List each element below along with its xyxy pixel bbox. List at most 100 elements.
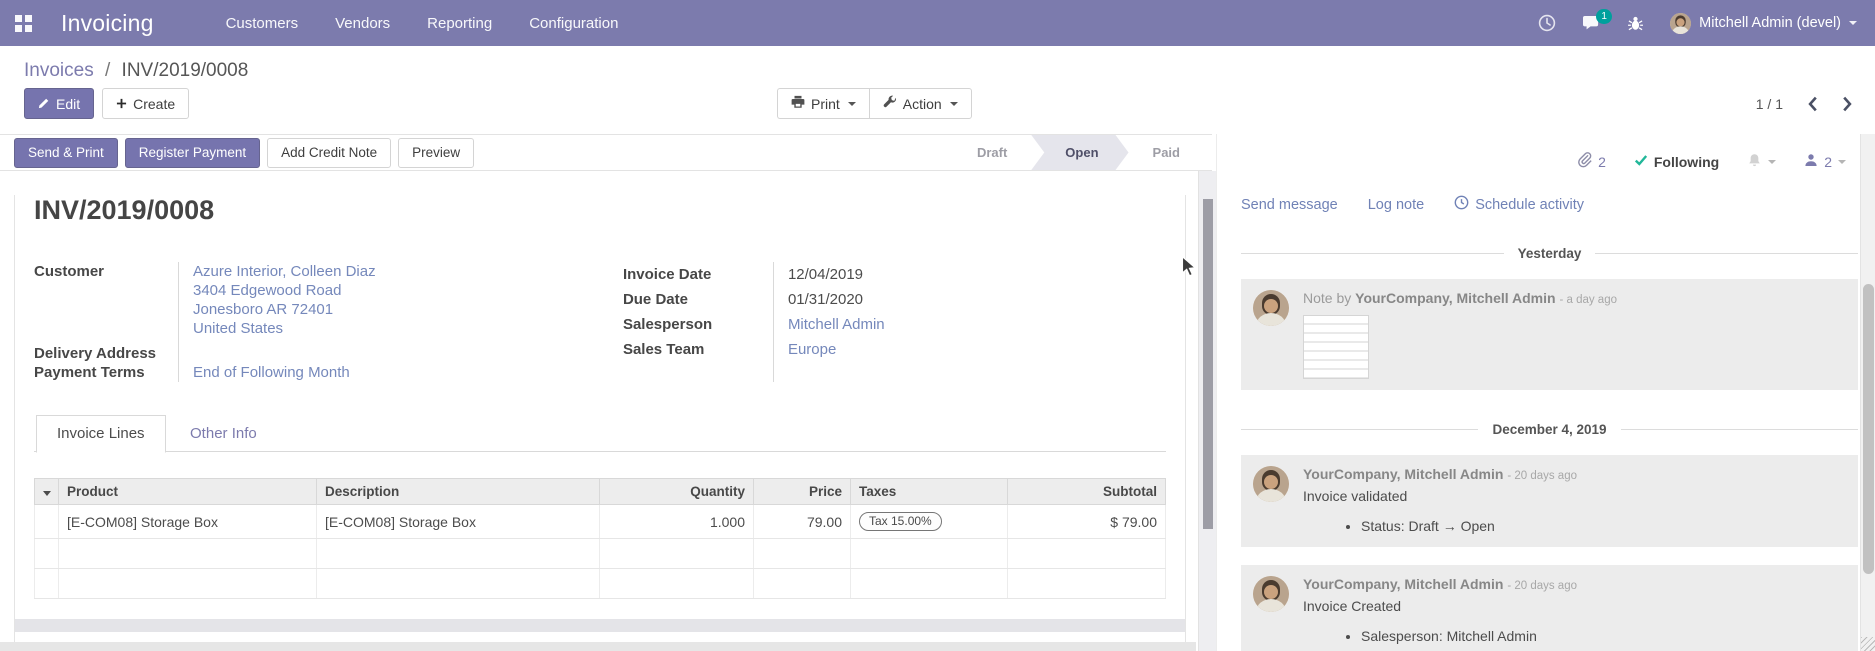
control-panel: Invoices / INV/2019/0008 Edit Create Pri… — [0, 46, 1875, 134]
edit-button[interactable]: Edit — [24, 88, 94, 119]
menu-configuration[interactable]: Configuration — [529, 15, 618, 32]
col-taxes[interactable]: Taxes — [851, 479, 1008, 505]
register-payment-button[interactable]: Register Payment — [125, 138, 260, 168]
col-product[interactable]: Product — [59, 479, 317, 505]
message-author[interactable]: YourCompany, Mitchell Admin — [1303, 576, 1503, 592]
breadcrumb-invoices[interactable]: Invoices — [24, 60, 94, 81]
tab-invoice-lines[interactable]: Invoice Lines — [36, 415, 166, 453]
user-name: Mitchell Admin (devel) — [1699, 15, 1841, 31]
invoice-date-value: 12/04/2019 — [788, 262, 1166, 287]
send-message-button[interactable]: Send message — [1241, 195, 1338, 214]
avatar[interactable] — [1253, 466, 1289, 502]
printer-icon — [791, 95, 805, 112]
add-credit-note-button[interactable]: Add Credit Note — [267, 138, 391, 168]
cell-subtotal[interactable]: $ 79.00 — [1008, 505, 1166, 539]
sort-caret-icon — [43, 491, 51, 496]
divider-label: December 4, 2019 — [1492, 422, 1606, 437]
follower-count: 2 — [1824, 154, 1832, 170]
col-subtotal[interactable]: Subtotal — [1008, 479, 1166, 505]
message-header: Note by YourCompany, Mitchell Admin - a … — [1303, 290, 1846, 306]
chatter-scrollbar[interactable] — [1860, 134, 1875, 651]
delivery-address-label: Delivery Address — [34, 344, 178, 363]
log-note-button[interactable]: Log note — [1368, 195, 1424, 214]
message-author[interactable]: YourCompany, Mitchell Admin — [1355, 290, 1555, 306]
delivery-address-value[interactable] — [193, 344, 609, 363]
pager-next-button[interactable] — [1842, 96, 1853, 112]
table-row[interactable]: [E-COM08] Storage Box [E-COM08] Storage … — [35, 505, 1166, 539]
tab-other-info[interactable]: Other Info — [170, 416, 277, 452]
attachment-thumbnail[interactable] — [1303, 315, 1369, 379]
cell-taxes[interactable]: Tax 15.00% — [851, 505, 1008, 539]
col-price[interactable]: Price — [754, 479, 851, 505]
breadcrumb-separator: / — [105, 60, 110, 81]
due-date-label: Due Date — [623, 287, 773, 312]
cell-product[interactable]: [E-COM08] Storage Box — [59, 505, 317, 539]
print-dropdown-button[interactable]: Print — [777, 88, 869, 119]
schedule-activity-button[interactable]: Schedule activity — [1454, 195, 1584, 214]
horizontal-scrollbar[interactable] — [15, 619, 1185, 632]
person-icon — [1804, 153, 1818, 170]
preview-button[interactable]: Preview — [398, 138, 474, 168]
table-empty-row — [35, 539, 1166, 569]
payment-terms-label: Payment Terms — [34, 363, 178, 382]
menu-customers[interactable]: Customers — [226, 15, 299, 32]
date-divider: December 4, 2019 — [1241, 422, 1858, 437]
following-button[interactable]: Following — [1634, 153, 1719, 170]
action-dropdown-button[interactable]: Action — [869, 88, 972, 119]
menu-reporting[interactable]: Reporting — [427, 15, 492, 32]
pencil-icon — [38, 96, 50, 112]
caret-down-icon — [1768, 160, 1776, 164]
invoice-title: INV/2019/0008 — [34, 195, 1166, 226]
customer-label: Customer — [34, 262, 178, 344]
send-print-button[interactable]: Send & Print — [14, 138, 118, 168]
bell-icon — [1747, 153, 1762, 171]
activities-clock-icon[interactable] — [1538, 14, 1556, 32]
cell-description[interactable]: [E-COM08] Storage Box — [317, 505, 600, 539]
avatar[interactable] — [1253, 290, 1289, 326]
pager-previous-button[interactable] — [1807, 96, 1818, 112]
message-author[interactable]: YourCompany, Mitchell Admin — [1303, 466, 1503, 482]
table-empty-row — [35, 569, 1166, 599]
sales-team-value[interactable]: Europe — [788, 337, 1166, 362]
messages-icon[interactable]: 1 — [1582, 15, 1601, 32]
tax-badge: Tax 15.00% — [859, 512, 942, 531]
note-message: Note by YourCompany, Mitchell Admin - a … — [1241, 279, 1858, 390]
customer-city[interactable]: Jonesboro AR 72401 — [193, 300, 609, 319]
form-scrollbar-thumb[interactable] — [1203, 199, 1213, 529]
status-open[interactable]: Open — [1031, 135, 1128, 170]
attachments-button[interactable]: 2 — [1577, 152, 1606, 171]
debug-bug-icon[interactable] — [1627, 15, 1644, 32]
due-date-value: 01/31/2020 — [788, 287, 1166, 312]
status-draft[interactable]: Draft — [953, 135, 1031, 170]
chatter-scrollbar-thumb[interactable] — [1863, 284, 1874, 574]
invoice-date-label: Invoice Date — [623, 262, 773, 287]
col-quantity[interactable]: Quantity — [600, 479, 754, 505]
followers-button[interactable]: 2 — [1804, 153, 1846, 170]
resize-corner — [1861, 637, 1875, 651]
col-description[interactable]: Description — [317, 479, 600, 505]
invoice-validated-message: YourCompany, Mitchell Admin - 20 days ag… — [1241, 455, 1858, 547]
notification-bell-button[interactable] — [1747, 153, 1776, 171]
avatar[interactable] — [1253, 576, 1289, 612]
pager: 1 / 1 — [1756, 88, 1853, 119]
customer-name-link[interactable]: Azure Interior, Colleen Diaz — [193, 262, 609, 281]
paperclip-icon — [1577, 152, 1592, 171]
customer-country[interactable]: United States — [193, 319, 609, 338]
sort-caret-cell[interactable] — [35, 479, 59, 505]
cell-price[interactable]: 79.00 — [754, 505, 851, 539]
menu-vendors[interactable]: Vendors — [335, 15, 390, 32]
user-menu[interactable]: Mitchell Admin (devel) — [1670, 13, 1857, 34]
app-brand[interactable]: Invoicing — [61, 10, 154, 37]
caret-down-icon — [848, 102, 856, 106]
invoice-sheet: INV/2019/0008 Customer Delivery Address … — [14, 195, 1186, 651]
status-paid[interactable]: Paid — [1129, 135, 1204, 170]
salesperson-value[interactable]: Mitchell Admin — [788, 312, 1166, 337]
cell-quantity[interactable]: 1.000 — [600, 505, 754, 539]
sales-team-label: Sales Team — [623, 337, 773, 362]
form-scrollbar[interactable] — [1198, 171, 1216, 651]
customer-street[interactable]: 3404 Edgewood Road — [193, 281, 609, 300]
apps-menu-icon[interactable] — [15, 15, 32, 32]
payment-terms-value[interactable]: End of Following Month — [193, 363, 609, 382]
caret-down-icon — [950, 102, 958, 106]
create-button[interactable]: Create — [102, 88, 189, 119]
